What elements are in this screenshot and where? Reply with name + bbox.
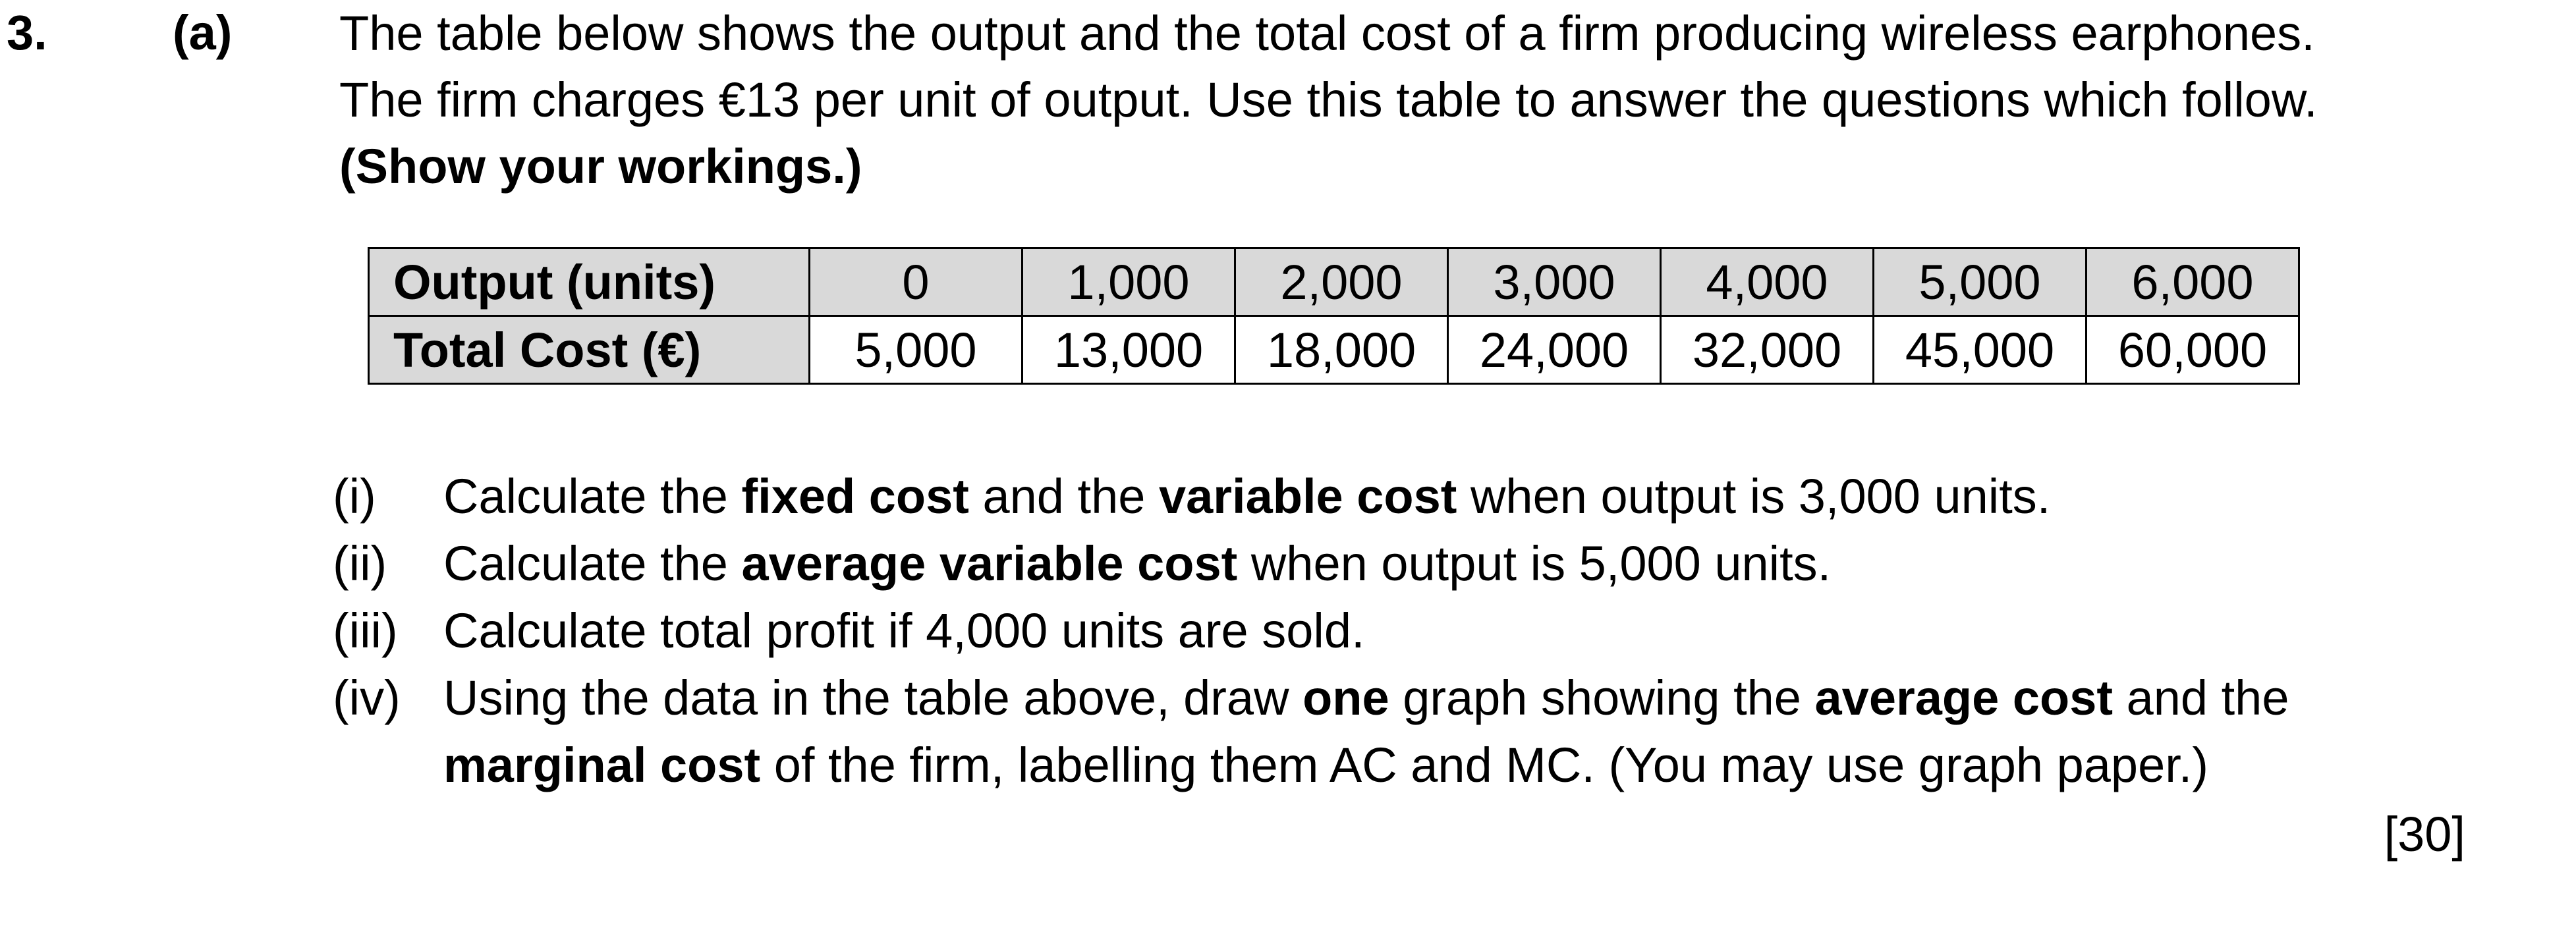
subquestion-numeral: (iii)	[333, 603, 398, 658]
subquestion-iv: (iv) Using the data in the table above, …	[333, 665, 2520, 732]
output-cell: 2,000	[1234, 247, 1449, 317]
output-header: Output (units)	[368, 247, 810, 317]
subquestion-list: (i) Calculate the fixed cost and the var…	[333, 463, 2520, 799]
intro-line-1: The table below shows the output and the…	[339, 6, 2315, 61]
total-cost-cell: 13,000	[1021, 315, 1236, 385]
subquestion-iv-continuation: marginal cost of the firm, labelling the…	[443, 738, 2209, 792]
total-cost-cell: 45,000	[1872, 315, 2087, 385]
total-cost-row: Total Cost (€) 5,000 13,000 18,000 24,00…	[368, 315, 2300, 385]
subquestion-text: Calculate the fixed cost and the variabl…	[443, 469, 2051, 524]
total-cost-cell: 32,000	[1660, 315, 1874, 385]
subquestion-numeral: (iv)	[333, 671, 401, 725]
subquestion-iii: (iii) Calculate total profit if 4,000 un…	[333, 597, 2520, 665]
question-number: 3.	[7, 5, 47, 60]
output-cell: 1,000	[1021, 247, 1236, 317]
cost-table: Output (units) 0 1,000 2,000 3,000 4,000…	[368, 247, 2300, 385]
intro-line-2: The firm charges €13 per unit of output.…	[339, 72, 2318, 127]
marks-label: [30]	[2384, 807, 2465, 862]
subquestion-text: Using the data in the table above, draw …	[443, 671, 2289, 725]
question-intro: The table below shows the output and the…	[339, 0, 2513, 200]
part-label: (a)	[173, 5, 233, 60]
total-cost-cell: 5,000	[808, 315, 1023, 385]
total-cost-header: Total Cost (€)	[368, 315, 810, 385]
output-cell: 5,000	[1872, 247, 2087, 317]
output-cell: 4,000	[1660, 247, 1874, 317]
total-cost-cell: 24,000	[1447, 315, 1662, 385]
subquestion-numeral: (i)	[333, 469, 376, 524]
intro-line-3: (Show your workings.)	[339, 139, 862, 194]
output-cell: 6,000	[2085, 247, 2300, 317]
subquestion-numeral: (ii)	[333, 536, 387, 591]
subquestion-ii: (ii) Calculate the average variable cost…	[333, 530, 2520, 597]
output-row: Output (units) 0 1,000 2,000 3,000 4,000…	[368, 247, 2300, 317]
subquestion-i: (i) Calculate the fixed cost and the var…	[333, 463, 2520, 530]
subquestion-text: Calculate the average variable cost when…	[443, 536, 1832, 591]
subquestion-text: Calculate total profit if 4,000 units ar…	[443, 603, 1365, 658]
output-cell: 0	[808, 247, 1023, 317]
output-cell: 3,000	[1447, 247, 1662, 317]
total-cost-cell: 60,000	[2085, 315, 2300, 385]
total-cost-cell: 18,000	[1234, 315, 1449, 385]
